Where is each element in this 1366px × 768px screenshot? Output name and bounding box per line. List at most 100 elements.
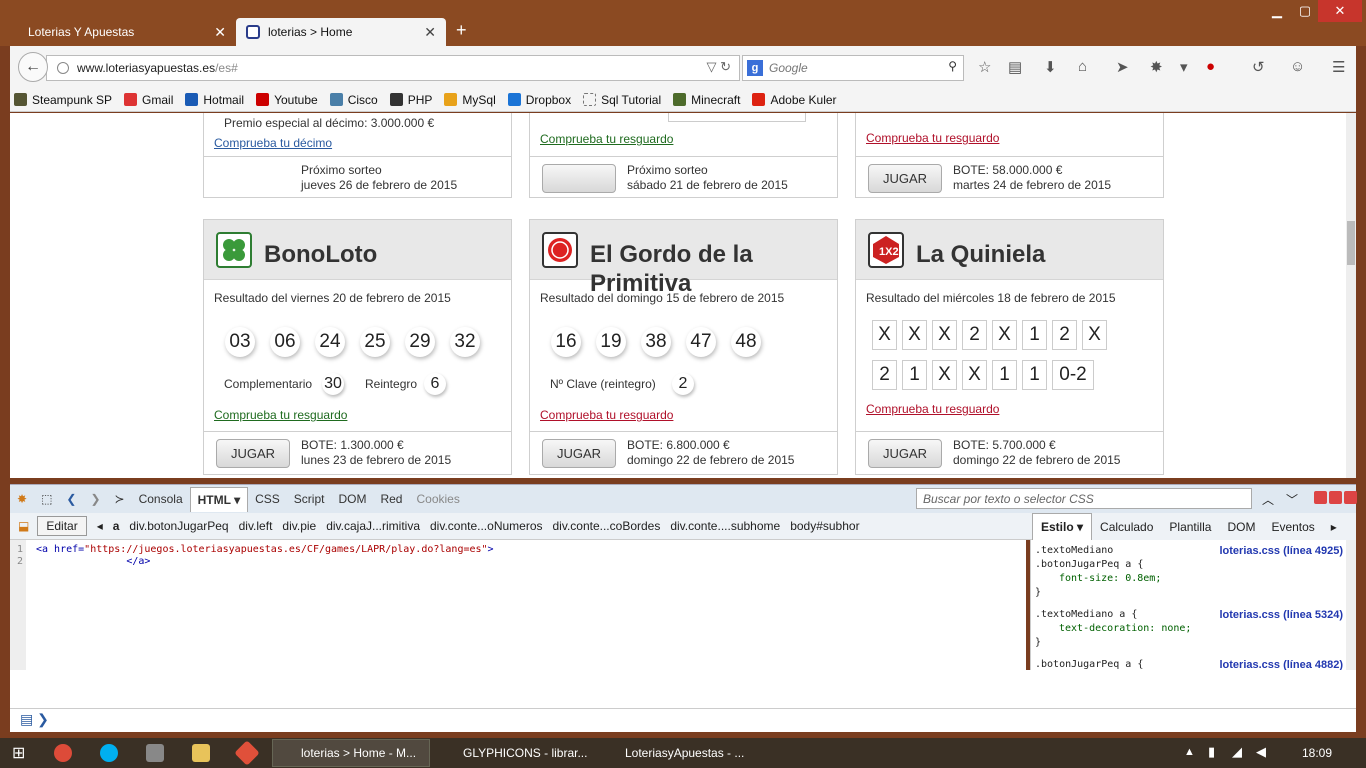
jugar-button[interactable]: JUGAR <box>542 439 616 468</box>
comprueba-resguardo-link[interactable]: Comprueba tu resguardo <box>214 408 347 422</box>
tab-loterias-home[interactable]: loterias > Home ✕ <box>236 18 446 46</box>
reading-list-icon[interactable]: ▤ <box>1008 58 1022 76</box>
url-bar[interactable]: www.loteriasyapuestas.es/es# ▽ ↻ <box>46 55 740 81</box>
bookmark-php[interactable]: PHP <box>389 93 432 107</box>
jugar-button[interactable]: JUGAR <box>868 439 942 468</box>
tray-expand-icon[interactable]: ▲ <box>1184 746 1195 758</box>
comprueba-resguardo-link[interactable]: Comprueba tu resguardo <box>540 132 673 146</box>
side-tab-calculado[interactable]: Calculado <box>1092 520 1161 534</box>
tab-red[interactable]: Red <box>373 492 409 506</box>
html-source-panel[interactable]: 12 <a href="https://juegos.loteriasyapue… <box>10 540 1026 670</box>
tab-consola[interactable]: Consola <box>132 492 190 506</box>
chevron-up-icon[interactable]: ︿ <box>1262 491 1274 508</box>
close-icon[interactable]: ✕ <box>424 24 436 41</box>
wifi-icon[interactable]: ◢ <box>1232 744 1242 760</box>
empty-button[interactable] <box>542 164 616 193</box>
command-line[interactable]: ▤ ❯ <box>10 708 1356 732</box>
close-icon[interactable]: ✕ <box>214 24 226 41</box>
css-property[interactable]: text-decoration: none; <box>1035 622 1343 636</box>
bookmark-dropbox[interactable]: Dropbox <box>507 93 571 107</box>
input-box[interactable] <box>668 113 806 122</box>
jugar-button[interactable]: JUGAR <box>216 439 290 468</box>
firebug-search-input[interactable]: Buscar por texto o selector CSS <box>916 488 1252 509</box>
chat-icon[interactable]: ☺ <box>1290 58 1305 75</box>
bookmark-gmail[interactable]: Gmail <box>124 93 173 107</box>
skype-icon[interactable] <box>100 744 118 762</box>
command-line-icon[interactable]: ≻ <box>108 492 132 506</box>
css-rules-panel[interactable]: .textoMediano .botonJugarPeq a { font-si… <box>1030 540 1346 670</box>
breadcrumb-item[interactable]: div.conte...oNumeros <box>430 519 543 533</box>
breadcrumb-item[interactable]: div.pie <box>282 519 316 533</box>
forward-icon[interactable]: ❯ <box>83 492 107 506</box>
search-icon[interactable]: ⚲ <box>948 59 957 73</box>
google-icon[interactable]: g <box>747 60 763 76</box>
comprueba-decimo-link[interactable]: Comprueba tu décimo <box>214 136 332 150</box>
jugar-button[interactable]: JUGAR <box>868 164 942 193</box>
firebug-bug-icon[interactable]: ✸ <box>10 492 34 506</box>
side-tab-estilo[interactable]: Estilo ▾ <box>1032 512 1093 541</box>
comprueba-resguardo-link[interactable]: Comprueba tu resguardo <box>866 402 999 416</box>
tab-cookies[interactable]: Cookies <box>409 492 466 506</box>
search-bar[interactable]: g Google ⚲ <box>742 55 964 81</box>
bookmark-star-icon[interactable]: ☆ <box>978 58 991 76</box>
breadcrumb-item[interactable]: div.botonJugarPeq <box>129 519 228 533</box>
chevron-down-icon[interactable]: ﹀ <box>1286 491 1298 508</box>
taskbar-firefox-loterias[interactable]: loterias > Home - M... <box>272 739 430 767</box>
side-tab-dom[interactable]: DOM <box>1219 520 1263 534</box>
bookmark-minecraft[interactable]: Minecraft <box>673 93 740 107</box>
tab-dom[interactable]: DOM <box>331 492 373 506</box>
css-panel-scrollbar[interactable] <box>1346 540 1356 670</box>
tab-loterias-y-apuestas[interactable]: Loterias Y Apuestas ✕ <box>18 18 236 46</box>
bookmark-steampunk[interactable]: Steampunk SP <box>14 93 112 107</box>
css-property[interactable]: font-size: 0.8em; <box>1035 572 1343 586</box>
folder-icon[interactable] <box>192 744 210 762</box>
taskbar-firefox-glyphicons[interactable]: GLYPHICONS - librar... <box>434 739 592 767</box>
fb-detach-icon[interactable] <box>1329 491 1342 504</box>
bookmark-youtube[interactable]: Youtube <box>256 93 318 107</box>
css-source-link[interactable]: loterias.css (línea 4925) <box>1219 544 1343 558</box>
fb-close-icon[interactable] <box>1344 491 1357 504</box>
minimize-icon[interactable]: ▁ <box>1262 0 1292 22</box>
bookmark-adobe-kuler[interactable]: Adobe Kuler <box>752 93 837 107</box>
css-source-link[interactable]: loterias.css (línea 5324) <box>1219 608 1343 622</box>
home-icon[interactable]: ⌂ <box>1078 58 1087 75</box>
breadcrumb-item[interactable]: body#subhor <box>790 519 859 533</box>
taskbar-visual-studio[interactable]: LoteriasyApuestas - ... <box>596 739 750 767</box>
bookmark-cisco[interactable]: Cisco <box>329 93 378 107</box>
bookmark-sql-tutorial[interactable]: Sql Tutorial <box>583 93 661 107</box>
inspect-icon[interactable]: ⬚ <box>34 492 59 506</box>
css-source-link[interactable]: loterias.css (línea 4882) <box>1219 658 1343 670</box>
breadcrumb-item[interactable]: div.left <box>239 519 273 533</box>
tab-script[interactable]: Script <box>287 492 332 506</box>
side-tab-plantilla[interactable]: Plantilla <box>1161 520 1219 534</box>
comprueba-resguardo-link[interactable]: Comprueba tu resguardo <box>540 408 673 422</box>
history-icon[interactable]: ↺ <box>1252 58 1265 76</box>
window-close-icon[interactable]: ✕ <box>1318 0 1362 22</box>
bookmark-hotmail[interactable]: Hotmail <box>185 93 244 107</box>
chrome-icon[interactable] <box>54 744 72 762</box>
comprueba-resguardo-link[interactable]: Comprueba tu resguardo <box>866 131 999 145</box>
side-tab-eventos[interactable]: Eventos <box>1263 520 1322 534</box>
side-tabs-more-icon[interactable]: ▸ <box>1323 520 1345 534</box>
breadcrumb-item[interactable]: div.conte....subhome <box>670 519 780 533</box>
breadcrumb-scroll-left-icon[interactable]: ◂ <box>97 519 103 533</box>
adblock-icon[interactable]: ● <box>1206 58 1215 75</box>
edit-mode-icon[interactable]: ⬓ <box>18 519 29 533</box>
windows-start-icon[interactable]: ⊞ <box>12 743 30 762</box>
firebug-icon[interactable]: ✸ <box>1150 58 1163 76</box>
hamburger-menu-icon[interactable]: ☰ <box>1332 58 1345 76</box>
tab-html[interactable]: HTML ▾ <box>189 486 249 512</box>
tab-css[interactable]: CSS <box>248 492 287 506</box>
reload-icon[interactable]: ▽ ↻ <box>706 59 731 75</box>
new-tab-icon[interactable]: + <box>456 20 467 41</box>
fb-minimize-icon[interactable] <box>1314 491 1327 504</box>
calculator-icon[interactable] <box>146 744 164 762</box>
maximize-icon[interactable]: ▢ <box>1290 0 1320 22</box>
download-icon[interactable]: ⬇ <box>1044 58 1057 76</box>
breadcrumb-item[interactable]: a <box>113 519 120 533</box>
back-icon[interactable]: ❮ <box>59 492 83 506</box>
console-icon[interactable]: ▤ <box>20 711 33 727</box>
battery-icon[interactable]: ▮ <box>1208 744 1215 760</box>
scrollbar-thumb[interactable] <box>1347 221 1355 265</box>
bookmark-mysql[interactable]: MySql <box>444 93 496 107</box>
